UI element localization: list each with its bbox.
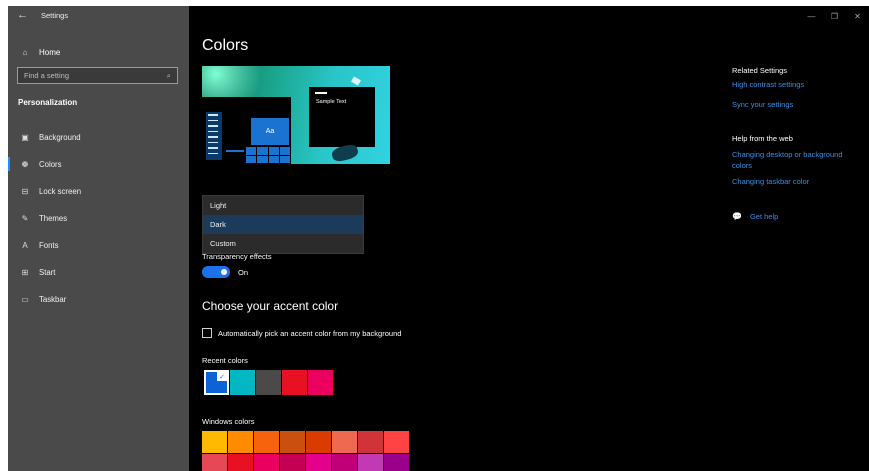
- windows-color-swatch[interactable]: [306, 431, 331, 453]
- sidebar-item-label: Taskbar: [39, 295, 67, 304]
- windows-color-swatch[interactable]: [358, 454, 383, 471]
- auto-pick-label: Automatically pick an accent color from …: [218, 328, 402, 338]
- windows-color-swatch[interactable]: [332, 431, 357, 453]
- sidebar-item-lock-screen[interactable]: ⊟ Lock screen: [8, 178, 189, 205]
- sidebar-nav: ▣ Background ❁ Colors ⊟ Lock screen ✎ Th…: [8, 124, 189, 313]
- restore-icon[interactable]: ❐: [823, 6, 846, 26]
- windows-colors-label: Windows colors: [202, 417, 255, 426]
- auto-pick-row[interactable]: Automatically pick an accent color from …: [202, 328, 401, 338]
- transparency-toggle[interactable]: [202, 266, 230, 278]
- windows-color-swatch[interactable]: [254, 454, 279, 471]
- fonts-icon: A: [22, 241, 28, 250]
- windows-color-swatch[interactable]: [228, 454, 253, 471]
- page-title: Colors: [202, 37, 249, 54]
- search-placeholder: Find a setting: [24, 71, 70, 80]
- right-panel: Related Settings High contrast settings …: [732, 66, 862, 222]
- related-settings-heading: Related Settings: [732, 66, 788, 75]
- home-label: Home: [39, 47, 61, 57]
- windows-color-swatch[interactable]: [202, 431, 227, 453]
- recent-colors-label: Recent colors: [202, 356, 248, 365]
- get-help[interactable]: 💬 Get help: [732, 211, 862, 222]
- recent-color-swatch[interactable]: [308, 370, 333, 395]
- sidebar-item-taskbar[interactable]: ▭ Taskbar: [8, 286, 189, 313]
- minimize-icon[interactable]: —: [800, 6, 823, 26]
- recent-color-swatch[interactable]: [282, 370, 307, 395]
- help-link-taskbar[interactable]: Changing taskbar color: [732, 176, 862, 187]
- dropdown-option-light[interactable]: Light: [203, 196, 363, 215]
- high-contrast-link[interactable]: High contrast settings: [732, 79, 862, 90]
- transparency-toggle-row: On: [202, 266, 248, 278]
- accent-heading: Choose your accent color: [202, 299, 339, 313]
- sidebar-item-colors[interactable]: ❁ Colors: [8, 151, 189, 178]
- back-arrow-icon[interactable]: ←: [17, 9, 28, 21]
- sidebar-item-label: Colors: [39, 160, 62, 169]
- help-heading: Help from the web: [732, 134, 793, 143]
- recent-colors: ✓: [203, 369, 333, 396]
- windows-color-swatch[interactable]: [306, 454, 331, 471]
- preview-tile: Aa: [251, 118, 289, 145]
- sidebar-item-label: Lock screen: [39, 187, 82, 196]
- recent-color-swatch[interactable]: [256, 370, 281, 395]
- palette-icon: ❁: [21, 160, 29, 169]
- sidebar-item-label: Start: [39, 268, 56, 277]
- start-icon: ⊞: [21, 268, 29, 277]
- toggle-state: On: [238, 267, 249, 277]
- sidebar-item-label: Background: [39, 133, 81, 142]
- sidebar-item-home[interactable]: ⌂ Home: [20, 44, 61, 60]
- get-help-link[interactable]: Get help: [750, 211, 778, 222]
- dropdown-option-custom[interactable]: Custom: [203, 234, 363, 253]
- search-icon: ⌕: [166, 70, 171, 80]
- lock-screen-icon: ⊟: [21, 187, 29, 196]
- recent-color-swatch[interactable]: ✓: [203, 369, 230, 396]
- windows-color-swatch[interactable]: [384, 431, 409, 453]
- picture-icon: ▣: [21, 133, 29, 142]
- app-title: Settings: [41, 11, 69, 20]
- chat-icon: 💬: [732, 212, 742, 221]
- check-icon: ✓: [217, 372, 227, 381]
- sidebar-item-label: Themes: [39, 214, 68, 223]
- windows-color-swatch[interactable]: [254, 431, 279, 453]
- preview-sample-text: Sample Text: [316, 99, 347, 105]
- brush-icon: ✎: [21, 214, 29, 223]
- windows-color-swatch[interactable]: [202, 454, 227, 471]
- auto-pick-checkbox[interactable]: [202, 328, 212, 338]
- transparency-label: Transparency effects: [202, 252, 272, 261]
- windows-color-swatch[interactable]: [280, 431, 305, 453]
- home-icon: ⌂: [22, 47, 28, 57]
- recent-color-swatch[interactable]: [230, 370, 255, 395]
- sidebar-item-fonts[interactable]: A Fonts: [8, 232, 189, 259]
- dropdown-option-dark[interactable]: Dark: [203, 215, 363, 234]
- settings-window: ← Settings ⌂ Home Find a setting ⌕ Perso…: [0, 0, 869, 471]
- sidebar-item-themes[interactable]: ✎ Themes: [8, 205, 189, 232]
- search-input[interactable]: Find a setting ⌕: [17, 67, 178, 84]
- windows-color-swatch[interactable]: [358, 431, 383, 453]
- title-bar: ← Settings: [8, 6, 189, 26]
- close-icon[interactable]: ✕: [846, 6, 869, 26]
- sidebar-item-label: Fonts: [39, 241, 59, 250]
- sidebar: ← Settings ⌂ Home Find a setting ⌕ Perso…: [8, 6, 189, 471]
- help-link-background[interactable]: Changing desktop or background colors: [732, 149, 862, 171]
- windows-colors-grid: [202, 431, 409, 471]
- section-title: Personalization: [18, 98, 78, 107]
- taskbar-icon: ▭: [21, 295, 29, 304]
- main-content: — ❐ ✕ Colors Aa Sample Text Light Dark C…: [189, 6, 869, 471]
- windows-color-swatch[interactable]: [228, 431, 253, 453]
- windows-color-swatch[interactable]: [332, 454, 357, 471]
- sidebar-item-background[interactable]: ▣ Background: [8, 124, 189, 151]
- window-controls: — ❐ ✕: [800, 6, 869, 26]
- windows-color-swatch[interactable]: [384, 454, 409, 471]
- sidebar-item-start[interactable]: ⊞ Start: [8, 259, 189, 286]
- color-mode-dropdown[interactable]: Light Dark Custom: [202, 195, 364, 254]
- windows-color-swatch[interactable]: [280, 454, 305, 471]
- preview-app-window: Sample Text: [309, 87, 375, 147]
- theme-preview-image: Aa Sample Text: [202, 66, 390, 164]
- sync-settings-link[interactable]: Sync your settings: [732, 99, 862, 110]
